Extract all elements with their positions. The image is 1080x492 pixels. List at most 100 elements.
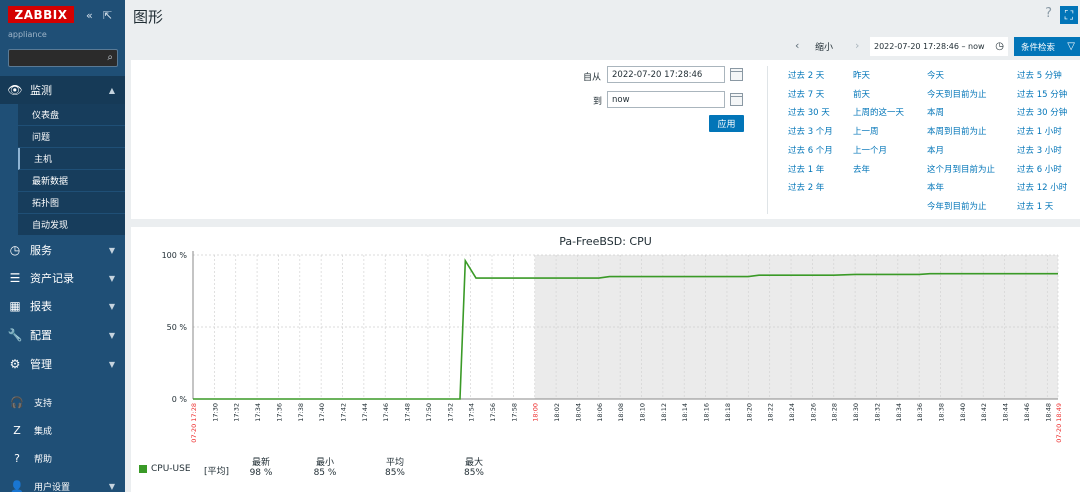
x-tick-label: 17:34 (254, 403, 262, 422)
x-tick-label: 17:36 (275, 403, 283, 422)
quick-range-link[interactable]: 过去 30 分钟 (1017, 106, 1067, 118)
quick-range-link[interactable]: 过去 7 天 (788, 88, 824, 100)
quick-range-link[interactable]: 过去 1 小时 (1017, 125, 1062, 137)
to-input[interactable]: now (607, 91, 725, 108)
chevron-down-icon: ▼ (108, 301, 115, 311)
x-tick-label: 18:40 (959, 403, 967, 422)
subnav-discovery[interactable]: 自动发现 (18, 214, 125, 236)
subnav-problems[interactable]: 问题 (18, 126, 125, 148)
cpu-chart[interactable]: 100 % 50 % 0 %07-20 17:28 17:30 17:32 17:34 17… (131, 227, 1080, 459)
y-tick-label: 0 % (172, 395, 188, 404)
apply-button[interactable]: 应用 (709, 115, 744, 132)
quick-range-link[interactable]: 本年 (927, 181, 944, 193)
quick-range-link[interactable]: 过去 1 天 (1017, 200, 1053, 212)
x-tick-label: 18:28 (831, 403, 839, 422)
nav-administration[interactable]: ⚙ 管理 ▼ (0, 350, 125, 378)
quick-range-link[interactable]: 过去 3 小时 (1017, 144, 1062, 156)
quick-range-link[interactable]: 上一个月 (853, 144, 887, 156)
subnav-latest-data[interactable]: 最新数据 (18, 170, 125, 192)
nav-reports[interactable]: ▦ 报表 ▼ (0, 292, 125, 320)
quick-range-link[interactable]: 本周到目前为止 (927, 125, 987, 137)
quick-range-link[interactable]: 本周 (927, 106, 944, 118)
quick-range-link[interactable]: 前天 (853, 88, 870, 100)
quick-range-link[interactable]: 过去 2 年 (788, 181, 824, 193)
x-tick-label: 17:58 (510, 403, 518, 422)
nav-help[interactable]: ? 帮助 (0, 446, 125, 470)
x-tick-label: 17:38 (297, 403, 305, 422)
calendar-icon[interactable] (730, 93, 743, 106)
quick-range-link[interactable]: 过去 5 分钟 (1017, 69, 1062, 81)
search-icon[interactable]: ⌕ (107, 52, 113, 63)
collapse-sidebar-icon[interactable]: « (86, 9, 93, 22)
from-input[interactable]: 2022-07-20 17:28:46 (607, 66, 725, 83)
sidebar-search-input[interactable]: ⌕ (8, 49, 118, 67)
quick-range-link[interactable]: 去年 (853, 163, 870, 175)
funnel-icon: ▽ (1067, 41, 1075, 52)
subnav-hosts[interactable]: 主机 (18, 148, 125, 170)
quick-range-link[interactable]: 今年到目前为止 (927, 200, 987, 212)
quick-range-link[interactable]: 今天到目前为止 (927, 88, 987, 100)
quick-range-link[interactable]: 本月 (927, 144, 944, 156)
from-label: 自从 (583, 73, 602, 83)
quick-range-link[interactable]: 这个月到目前为止 (927, 163, 995, 175)
x-tick-label: 17:46 (382, 403, 390, 422)
nav-configuration[interactable]: 🔧 配置 ▼ (0, 321, 125, 349)
x-tick-label: 18:04 (574, 403, 582, 422)
bar-chart-icon: ▦ (9, 299, 21, 313)
quick-range-link[interactable]: 过去 30 天 (788, 106, 830, 118)
kiosk-mode-button[interactable]: ⛶ (1060, 6, 1078, 24)
quick-range-link[interactable]: 上周的这一天 (853, 106, 904, 118)
quick-range-link[interactable]: 过去 6 个月 (788, 144, 833, 156)
x-tick-label: 18:10 (639, 403, 647, 422)
nav-user-settings[interactable]: 👤 用户设置 ▼ (0, 474, 125, 492)
quick-range-link[interactable]: 今天 (927, 69, 944, 81)
quick-range-link[interactable]: 过去 3 个月 (788, 125, 833, 137)
quick-range-link[interactable]: 过去 6 小时 (1017, 163, 1062, 175)
legend-col-value: 85% (463, 468, 484, 478)
x-tick-label: 18:22 (767, 403, 775, 422)
nav-services[interactable]: ◷ 服务 ▼ (0, 236, 125, 264)
x-tick-label: 18:20 (745, 403, 753, 422)
calendar-icon[interactable] (730, 68, 743, 81)
chevron-down-icon: ▼ (108, 330, 115, 340)
nav-configuration-label: 配置 (30, 329, 52, 342)
x-tick-label: 18:42 (980, 403, 988, 422)
quick-range-link[interactable]: 过去 12 小时 (1017, 181, 1067, 193)
nav-support[interactable]: 🎧 支持 (0, 390, 125, 414)
chevron-down-icon: ▼ (108, 245, 115, 255)
legend-col-label: 最大 (464, 458, 483, 468)
help-icon[interactable]: ? (1045, 6, 1052, 21)
quick-range-link[interactable]: 上一周 (853, 125, 879, 137)
legend-col-value: 98 % (249, 468, 273, 478)
next-period-icon[interactable]: › (855, 39, 859, 52)
quick-range-link[interactable]: 过去 15 分钟 (1017, 88, 1067, 100)
zabbix-logo[interactable]: ZABBIX (8, 6, 74, 23)
subnav-maps[interactable]: 拓扑图 (18, 192, 125, 214)
x-tick-label: 18:36 (916, 403, 924, 422)
zoom-out-button[interactable]: 缩小 (815, 40, 833, 53)
filter-tab[interactable]: 条件检索 ▽ (1014, 37, 1080, 56)
kiosk-sidebar-icon[interactable]: ⇱ (103, 9, 112, 22)
nav-integrations-label: 集成 (34, 426, 53, 437)
subnav-dashboard[interactable]: 仪表盘 (18, 104, 125, 126)
list-icon: ☰ (9, 271, 21, 285)
x-tick-label: 17:48 (404, 403, 412, 422)
quick-range-link[interactable]: 过去 2 天 (788, 69, 824, 81)
y-tick-label: 50 % (167, 323, 188, 332)
quick-range-link[interactable]: 昨天 (853, 69, 870, 81)
time-range-tab[interactable]: 2022-07-20 17:28:46 – now ◷ (870, 37, 1008, 56)
nav-help-label: 帮助 (34, 454, 53, 465)
nav-monitoring[interactable]: 👁 监测 ▲ (0, 76, 125, 104)
nav-integrations[interactable]: Z 集成 (0, 418, 125, 442)
page-header: 图形 ? ⛶ (125, 0, 1080, 32)
x-tick-label: 18:02 (553, 403, 561, 422)
sidebar: ZABBIX appliance « ⇱ ⌕ 👁 监测 ▲ 仪表盘 问题 主机 … (0, 0, 125, 492)
legend-col-label: 最小 (315, 458, 334, 468)
nav-inventory[interactable]: ☰ 资产记录 ▼ (0, 264, 125, 292)
nav-administration-label: 管理 (30, 358, 52, 371)
prev-period-icon[interactable]: ‹ (795, 39, 799, 52)
x-tick-label: 18:44 (1002, 403, 1010, 422)
quick-range-link[interactable]: 过去 1 年 (788, 163, 824, 175)
x-tick-label: 18:48 (1044, 403, 1052, 422)
nav-support-label: 支持 (34, 398, 53, 409)
